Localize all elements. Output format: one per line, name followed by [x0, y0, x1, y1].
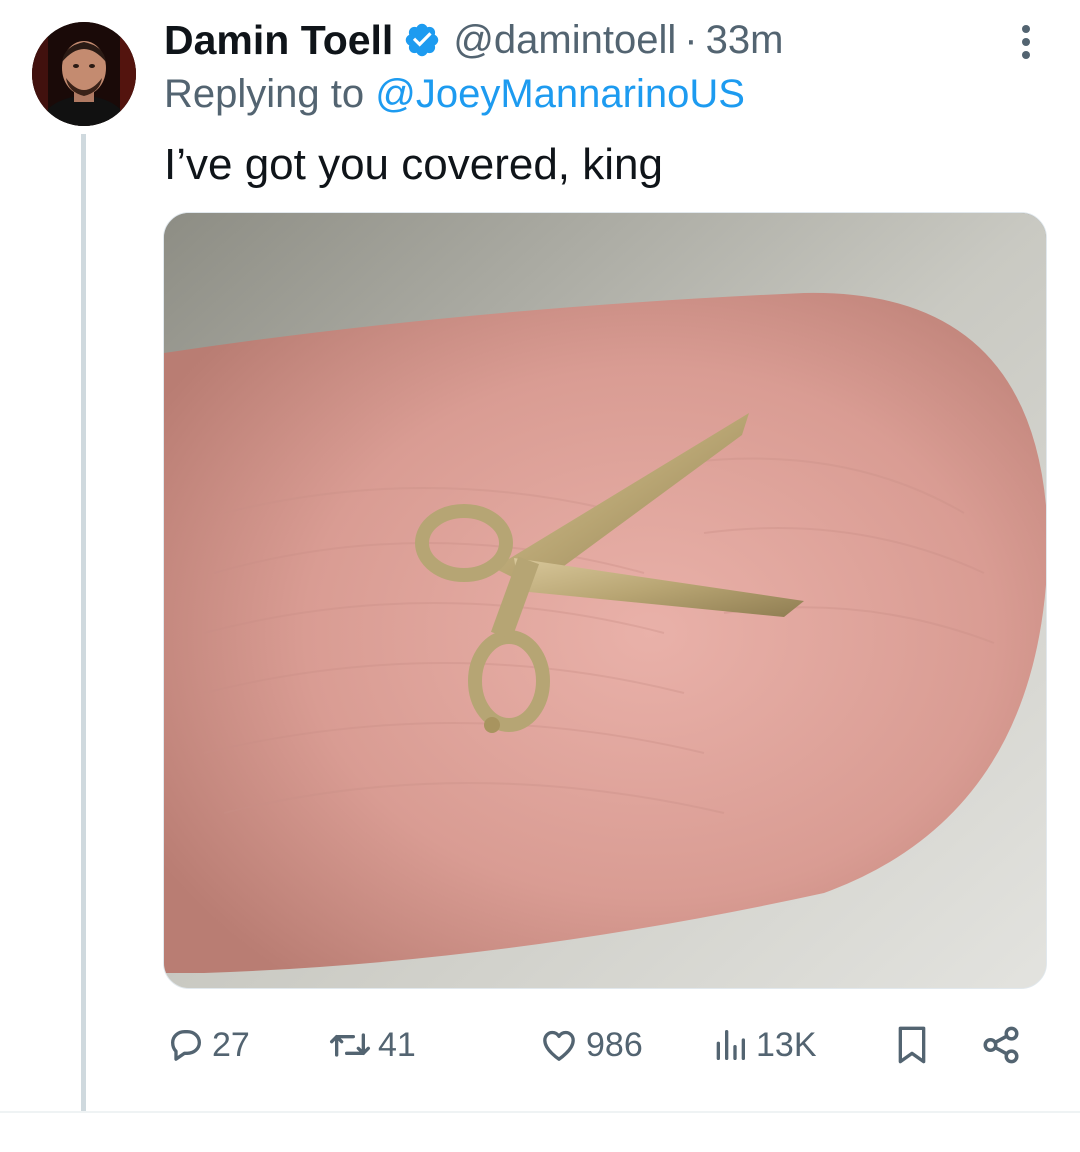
author-handle[interactable]: @damintoell: [453, 18, 676, 63]
verified-badge-icon: [406, 23, 439, 57]
timestamp[interactable]: 33m: [706, 18, 784, 63]
view-count: 13K: [756, 1025, 817, 1064]
retweet-count: 41: [378, 1025, 416, 1064]
action-bar: 27 41 986 13K: [164, 1018, 1034, 1072]
bookmark-icon: [898, 1026, 926, 1064]
separator-dot: ·: [684, 17, 698, 62]
reply-count: 27: [212, 1025, 250, 1064]
reply-mention-link[interactable]: @JoeyMannarinoUS: [375, 72, 745, 116]
views-icon: [716, 1030, 745, 1060]
media-image: [164, 213, 1046, 988]
replying-to: Replying to @JoeyMannarinoUS: [164, 72, 745, 117]
reply-button[interactable]: 27: [166, 1018, 250, 1072]
tweet-media[interactable]: [163, 212, 1047, 989]
tweet-text: I’ve got you covered, king: [164, 140, 663, 189]
tweet-divider: [0, 1111, 1080, 1113]
thread-line: [81, 134, 86, 1112]
like-icon: [543, 1030, 575, 1061]
avatar[interactable]: [32, 22, 136, 126]
share-button[interactable]: [980, 1018, 1022, 1072]
reply-icon: [171, 1030, 201, 1061]
author-display-name[interactable]: Damin Toell: [164, 17, 393, 64]
share-icon: [983, 1026, 1019, 1064]
bookmark-button[interactable]: [892, 1018, 932, 1072]
tweet-header: Damin Toell @damintoell · 33m: [164, 14, 783, 66]
replying-to-label: Replying to: [164, 72, 376, 116]
retweet-button[interactable]: 41: [328, 1018, 416, 1072]
like-count: 986: [586, 1025, 643, 1064]
views-button[interactable]: 13K: [710, 1018, 817, 1072]
tweet[interactable]: Damin Toell @damintoell · 33m Replying t…: [0, 0, 1080, 1152]
retweet-icon: [329, 1033, 370, 1057]
like-button[interactable]: 986: [538, 1018, 643, 1072]
avatar-photo: [32, 22, 136, 126]
more-options-icon[interactable]: [1008, 22, 1044, 62]
